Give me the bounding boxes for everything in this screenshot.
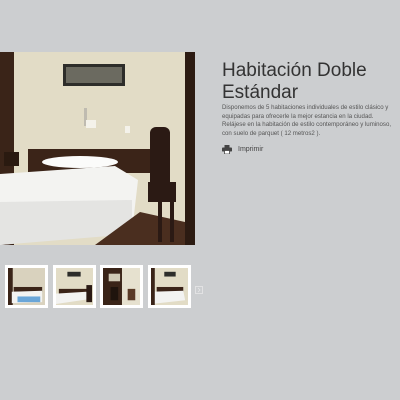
thumbnail-4[interactable]	[148, 265, 191, 308]
room-description: Disponemos de 5 habitaciones individuale…	[222, 104, 392, 137]
print-label: Imprimir	[238, 145, 264, 153]
room-detail-page: Habitación Doble Estándar Disponemos de …	[0, 0, 400, 400]
print-button[interactable]: Imprimir	[222, 143, 263, 155]
printer-icon	[222, 144, 232, 154]
thumbnail-1[interactable]	[5, 265, 48, 308]
next-arrow-icon[interactable]	[195, 286, 203, 294]
main-room-photo	[0, 52, 195, 245]
thumbnail-2[interactable]	[53, 265, 96, 308]
thumbnail-3[interactable]	[100, 265, 143, 308]
room-title: Habitación Doble Estándar	[222, 60, 367, 103]
